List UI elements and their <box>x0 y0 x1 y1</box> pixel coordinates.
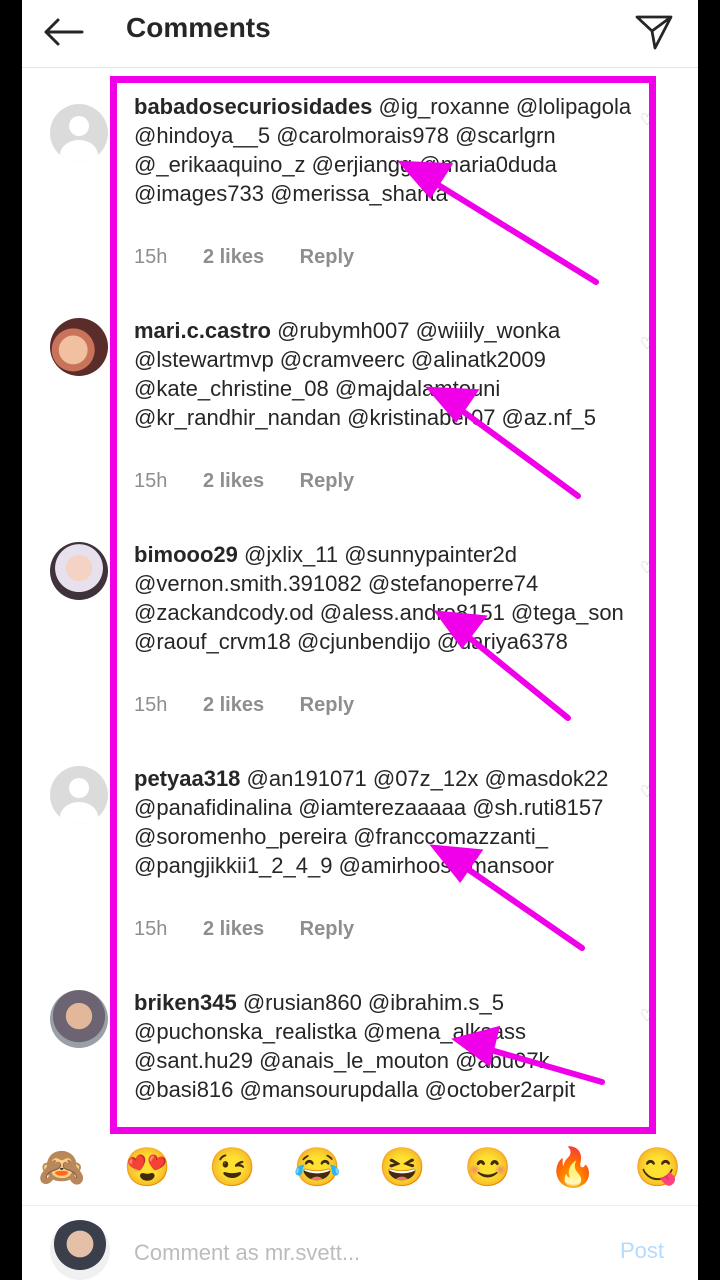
paper-plane-icon <box>635 15 673 50</box>
page-title: Comments <box>126 12 271 43</box>
reply-button[interactable]: Reply <box>300 470 354 493</box>
comment-meta: 15h 2 likes Reply <box>134 470 384 498</box>
comment-input[interactable] <box>134 1236 594 1270</box>
comment-likes[interactable]: 2 likes <box>203 246 264 269</box>
tears-of-joy-icon[interactable]: 😂 <box>291 1142 343 1194</box>
like-heart-icon[interactable]: ♡ <box>640 334 658 353</box>
reply-button[interactable]: Reply <box>300 694 354 717</box>
comments-screen: Comments babadosecuriosidades @ig_roxann… <box>22 0 698 1280</box>
comment-meta: 15h 2 likes Reply <box>134 246 384 274</box>
heart-eyes-icon[interactable]: 😍 <box>121 1142 173 1194</box>
wink-icon[interactable]: 😉 <box>206 1142 258 1194</box>
user-avatar[interactable] <box>50 990 108 1048</box>
like-heart-icon[interactable]: ♡ <box>640 558 658 577</box>
comment-list[interactable]: babadosecuriosidades @ig_roxanne @lolipa… <box>22 70 698 1130</box>
comment-time: 15h <box>134 694 168 716</box>
like-heart-icon[interactable]: ♡ <box>640 110 658 129</box>
comment-username[interactable]: bimooo29 <box>134 542 238 567</box>
smiling-blush-icon[interactable]: 😊 <box>462 1142 514 1194</box>
back-button[interactable] <box>38 8 88 56</box>
comment-meta: 15h 2 likes Reply <box>134 694 384 722</box>
comment-likes[interactable]: 2 likes <box>203 694 264 717</box>
user-avatar[interactable] <box>50 318 108 376</box>
comment-text: bimooo29 @jxlix_11 @sunnypainter2d @vern… <box>134 540 634 656</box>
user-avatar[interactable] <box>50 542 108 600</box>
comment-text: briken345 @rusian860 @ibrahim.s_5 @pucho… <box>134 988 634 1104</box>
back-arrow-icon <box>44 18 84 46</box>
laughing-icon[interactable]: 😆 <box>377 1142 429 1194</box>
top-bar: Comments <box>22 0 698 68</box>
comment-text: babadosecuriosidades @ig_roxanne @lolipa… <box>134 92 634 208</box>
comment-text: petyaa318 @an191071 @07z_12x @masdok22 @… <box>134 764 634 880</box>
reply-button[interactable]: Reply <box>300 918 354 941</box>
comment-time: 15h <box>134 246 168 268</box>
comment-text: mari.c.castro @rubymh007 @wiiily_wonka @… <box>134 316 634 432</box>
like-heart-icon[interactable]: ♡ <box>640 782 658 801</box>
default-avatar-icon[interactable] <box>50 766 108 824</box>
comment-time: 15h <box>134 470 168 492</box>
comment-composer: Post <box>22 1205 698 1280</box>
yum-face-icon[interactable]: 😋 <box>632 1142 684 1194</box>
emoji-quick-bar: 🙈 😍 😉 😂 😆 😊 🔥 😋 <box>22 1138 698 1198</box>
comment-username[interactable]: mari.c.castro <box>134 318 271 343</box>
comment-time: 15h <box>134 918 168 940</box>
post-button[interactable]: Post <box>620 1238 664 1264</box>
comment-mentions-cont[interactable]: ber07 @az.nf_5 <box>439 405 596 430</box>
like-heart-icon[interactable]: ♡ <box>640 1006 658 1025</box>
reply-button[interactable]: Reply <box>300 246 354 269</box>
comment-meta: 15h 2 likes Reply <box>134 918 384 946</box>
current-user-avatar <box>50 1220 110 1280</box>
fire-icon[interactable]: 🔥 <box>547 1142 599 1194</box>
comment-likes[interactable]: 2 likes <box>203 470 264 493</box>
comment-likes[interactable]: 2 likes <box>203 918 264 941</box>
comment-mentions-cont[interactable]: 3 @merissa_shanta <box>252 181 448 206</box>
see-no-evil-monkey-icon[interactable]: 🙈 <box>36 1142 88 1194</box>
comment-mentions-cont[interactable]: cjunbendijo @dariya6378 <box>319 629 568 654</box>
default-avatar-icon[interactable] <box>50 104 108 162</box>
comment-username[interactable]: petyaa318 <box>134 766 240 791</box>
share-button[interactable] <box>630 8 678 56</box>
comment-username[interactable]: babadosecuriosidades <box>134 94 372 119</box>
comment-username[interactable]: briken345 <box>134 990 237 1015</box>
comment-mentions-end[interactable]: mansoor <box>469 853 555 878</box>
